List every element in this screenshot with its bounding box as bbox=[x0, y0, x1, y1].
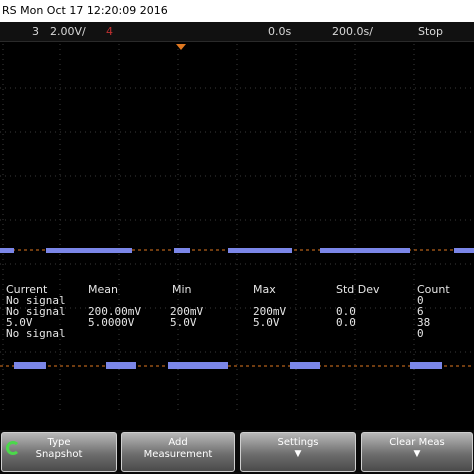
title-text: RS Mon Oct 17 12:20:09 2016 bbox=[2, 4, 168, 17]
measurements-header: Current Mean Min Max Std Dev Count bbox=[0, 284, 474, 295]
title-bar: RS Mon Oct 17 12:20:09 2016 bbox=[0, 0, 474, 22]
header-std-dev: Std Dev bbox=[336, 283, 380, 296]
softkey-label: Clear Meas bbox=[389, 437, 445, 448]
clear-meas-button[interactable]: Clear Meas ▼ bbox=[361, 432, 473, 472]
channel-4-label[interactable]: 4 bbox=[106, 22, 113, 42]
volts-per-div[interactable]: 2.00V/ bbox=[50, 22, 86, 42]
softkey-bar: Type Snapshot Add Measurement Settings ▼… bbox=[0, 430, 474, 474]
run-state[interactable]: Stop bbox=[418, 22, 443, 42]
softkey-label: Type bbox=[47, 437, 71, 448]
settings-button[interactable]: Settings ▼ bbox=[240, 432, 356, 472]
cell-current: No signal bbox=[6, 327, 66, 340]
graticule bbox=[0, 44, 474, 410]
cycle-icon bbox=[6, 441, 20, 455]
softkey-label: Settings bbox=[277, 437, 319, 448]
table-row: No signal 200.00mV 200mV 200mV 0.0 6 bbox=[0, 306, 474, 317]
softkey-sublabel: Measurement bbox=[143, 449, 213, 460]
time-position[interactable]: 0.0s bbox=[268, 22, 291, 42]
waveform-display[interactable] bbox=[0, 44, 474, 410]
add-measurement-button[interactable]: Add Measurement bbox=[121, 432, 235, 472]
header-mean: Mean bbox=[88, 283, 118, 296]
status-bar: 3 2.00V/ 4 0.0s 200.0s/ Stop bbox=[0, 22, 474, 42]
time-per-div[interactable]: 200.0s/ bbox=[332, 22, 373, 42]
header-max: Max bbox=[253, 283, 276, 296]
channel-number[interactable]: 3 bbox=[32, 22, 39, 42]
cell-count: 0 bbox=[417, 327, 424, 340]
cell-min: 5.0V bbox=[170, 316, 197, 329]
cell-std-dev: 0.0 bbox=[336, 316, 356, 329]
cell-max: 5.0V bbox=[253, 316, 280, 329]
type-snapshot-button[interactable]: Type Snapshot bbox=[1, 432, 117, 472]
softkey-label: Add bbox=[168, 437, 188, 448]
measurements-table: Current Mean Min Max Std Dev Count No si… bbox=[0, 284, 474, 339]
cell-mean: 5.0000V bbox=[88, 316, 135, 329]
grid-and-traces bbox=[0, 44, 474, 410]
table-row: 5.0V 5.0000V 5.0V 5.0V 0.0 38 bbox=[0, 317, 474, 328]
trace-upper bbox=[0, 248, 474, 253]
table-row: No signal 0 bbox=[0, 295, 474, 306]
down-arrow-icon: ▼ bbox=[413, 449, 421, 459]
header-min: Min bbox=[172, 283, 192, 296]
table-row: No signal 0 bbox=[0, 328, 474, 339]
down-arrow-icon: ▼ bbox=[294, 449, 302, 459]
